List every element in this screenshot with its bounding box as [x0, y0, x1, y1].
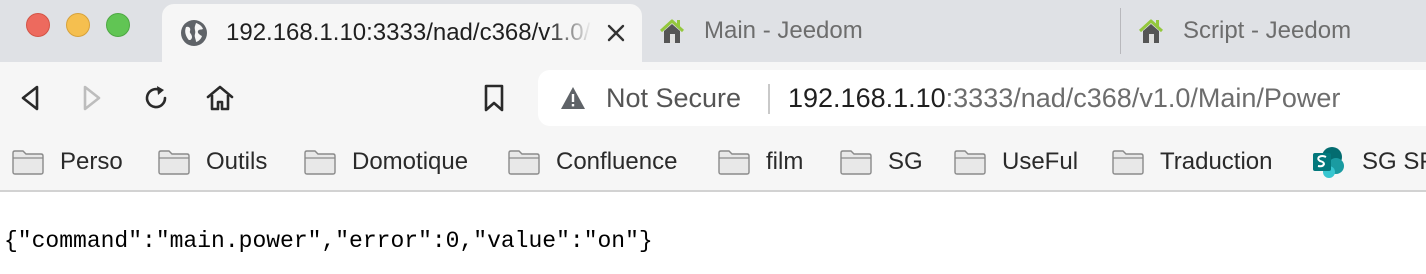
bookmark-folder-film[interactable]: film: [718, 146, 803, 178]
globe-icon: [181, 20, 207, 46]
bookmarks-bar: Perso Outils Domotique Confluence film S…: [0, 134, 1426, 192]
bookmark-label: Traduction: [1160, 148, 1273, 175]
sharepoint-icon: [1313, 147, 1344, 178]
bookmark-label: film: [766, 148, 804, 175]
home-icon: [206, 85, 234, 111]
forward-button[interactable]: [74, 80, 110, 116]
json-response-text: {"command":"main.power","error":0,"value…: [4, 228, 653, 254]
close-tab-icon[interactable]: [604, 21, 628, 45]
zoom-window-button[interactable]: [106, 13, 130, 37]
bookmark-label: Domotique: [352, 148, 469, 175]
tab-title: 192.168.1.10:3333/nad/c368/v1.0/Main/Pow…: [226, 19, 592, 46]
toolbar: Not Secure 192.168.1.10:3333/nad/c368/v1…: [0, 62, 1426, 134]
bookmark-label: Outils: [206, 148, 268, 175]
tab-title: Main - Jeedom: [704, 17, 863, 44]
minimize-window-button[interactable]: [66, 13, 90, 37]
bookmark-button[interactable]: [476, 80, 512, 116]
reload-icon: [145, 86, 167, 109]
bookmark-folder-traduction[interactable]: Traduction: [1112, 146, 1273, 178]
page-content: {"command":"main.power","error":0,"value…: [0, 192, 1426, 274]
bookmark-folder-confluence[interactable]: Confluence: [508, 146, 677, 178]
reload-button[interactable]: [138, 80, 174, 116]
bookmark-icon: [484, 84, 504, 112]
address-bar[interactable]: Not Secure 192.168.1.10:3333/nad/c368/v1…: [538, 70, 1426, 126]
url-path: :3333/nad/c368/v1.0/Main/Power: [945, 83, 1341, 113]
jeedom-house-icon: [1138, 19, 1164, 43]
folder-icon: [1112, 150, 1144, 175]
close-window-button[interactable]: [26, 13, 50, 37]
folder-icon: [12, 150, 44, 175]
bookmark-label: Confluence: [556, 148, 678, 175]
tab-title: Script - Jeedom: [1183, 17, 1352, 44]
bookmark-label: SG SP: [1362, 148, 1426, 175]
warning-icon[interactable]: [560, 86, 586, 110]
folder-icon: [954, 150, 986, 175]
home-button[interactable]: [202, 80, 238, 116]
bookmark-folder-outils[interactable]: Outils: [158, 146, 267, 178]
folder-icon: [158, 150, 190, 175]
bookmark-folder-useful[interactable]: UseFul: [954, 146, 1078, 178]
folder-icon: [718, 150, 750, 175]
bookmark-label: UseFul: [1002, 148, 1079, 175]
bookmark-label: Perso: [60, 148, 123, 175]
tab-active[interactable]: 192.168.1.10:3333/nad/c368/v1.0/Main/Pow…: [162, 4, 642, 62]
folder-icon: [840, 150, 872, 175]
forward-icon: [83, 85, 101, 111]
bookmark-folder-sg[interactable]: SG: [840, 146, 923, 178]
bookmark-label: SG: [888, 148, 923, 175]
tab-main-jeedom[interactable]: Main - Jeedom: [642, 0, 1118, 62]
tab-script-jeedom[interactable]: Script - Jeedom: [1120, 8, 1426, 54]
jeedom-house-icon: [659, 19, 685, 43]
folder-icon: [508, 150, 540, 175]
bookmark-folder-perso[interactable]: Perso: [12, 146, 123, 178]
back-icon: [21, 85, 39, 111]
security-label[interactable]: Not Secure: [606, 83, 741, 114]
url-host: 192.168.1.10: [788, 83, 946, 113]
bookmark-sg-sp[interactable]: SG SP: [1312, 146, 1426, 178]
tab-strip: 192.168.1.10:3333/nad/c368/v1.0/Main/Pow…: [0, 0, 1426, 62]
back-button[interactable]: [12, 80, 48, 116]
omnibox-divider: [768, 84, 770, 114]
folder-icon: [304, 150, 336, 175]
bookmark-folder-domotique[interactable]: Domotique: [304, 146, 468, 178]
url-text[interactable]: 192.168.1.10:3333/nad/c368/v1.0/Main/Pow…: [788, 83, 1340, 114]
